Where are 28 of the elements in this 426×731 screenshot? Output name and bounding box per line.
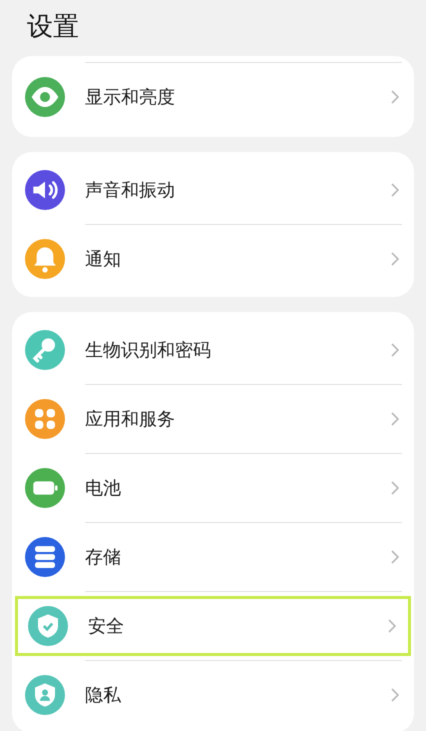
item-label: 电池 bbox=[85, 476, 122, 500]
item-label: 通知 bbox=[85, 248, 122, 272]
page-title: 设置 bbox=[26, 11, 80, 44]
chevron-right-icon bbox=[391, 688, 399, 702]
settings-item[interactable]: 安全 bbox=[15, 596, 411, 656]
chevron-right-icon bbox=[391, 550, 399, 564]
item-label: 安全 bbox=[88, 614, 125, 638]
chevron-right-icon bbox=[391, 252, 399, 266]
chevron-right-icon bbox=[391, 90, 399, 104]
item-label: 显示和亮度 bbox=[85, 86, 176, 110]
settings-item[interactable]: 电池 bbox=[12, 454, 414, 522]
settings-item[interactable]: 声音和振动 bbox=[12, 156, 414, 224]
item-label: 存储 bbox=[85, 546, 122, 570]
settings-item[interactable]: 存储 bbox=[12, 523, 414, 591]
chevron-right-icon bbox=[388, 619, 396, 633]
settings-item[interactable]: 显示和亮度 bbox=[12, 63, 414, 131]
settings-item[interactable]: 通知 bbox=[12, 225, 414, 293]
chevron-right-icon bbox=[391, 183, 399, 197]
item-label: 应用和服务 bbox=[85, 408, 176, 432]
item-label: 声音和振动 bbox=[85, 178, 176, 202]
chevron-right-icon bbox=[391, 412, 399, 426]
item-label: 隐私 bbox=[85, 684, 122, 708]
settings-item[interactable]: 隐私 bbox=[12, 661, 414, 729]
settings-item[interactable]: 生物识别和密码 bbox=[12, 316, 414, 384]
item-label: 生物识别和密码 bbox=[85, 338, 212, 362]
chevron-right-icon bbox=[391, 481, 399, 495]
chevron-right-icon bbox=[391, 343, 399, 357]
settings-item[interactable]: 应用和服务 bbox=[12, 385, 414, 453]
